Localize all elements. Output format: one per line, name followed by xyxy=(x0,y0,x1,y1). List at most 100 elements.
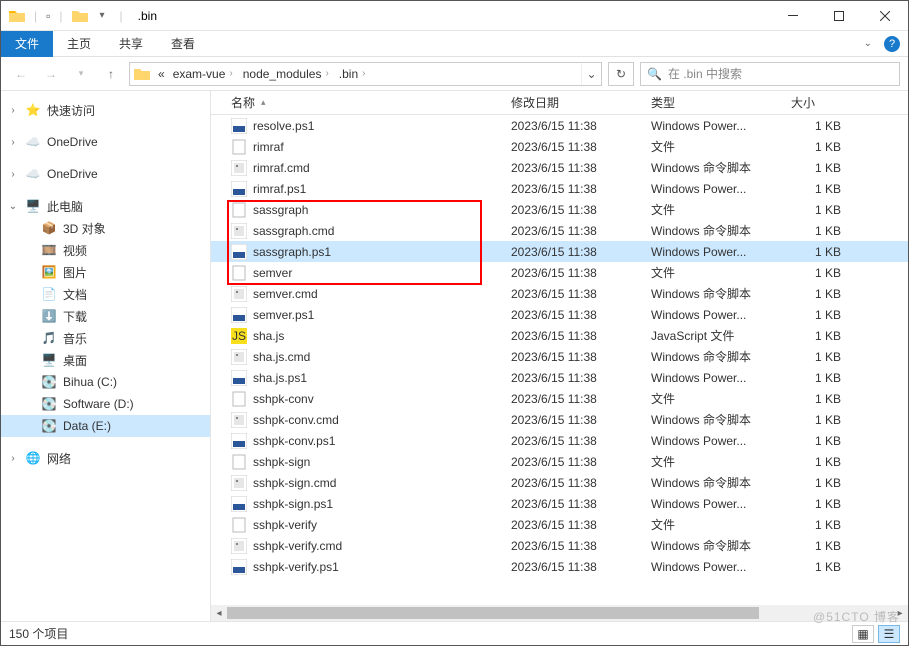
up-button[interactable]: ↑ xyxy=(99,62,123,86)
file-row[interactable]: sassgraph.cmd 2023/6/15 11:38 Windows 命令… xyxy=(211,220,908,241)
tab-file[interactable]: 文件 xyxy=(1,31,53,57)
file-type: Windows 命令脚本 xyxy=(651,285,791,302)
file-row[interactable]: sshpk-sign.cmd 2023/6/15 11:38 Windows 命… xyxy=(211,472,908,493)
close-button[interactable] xyxy=(862,1,908,31)
file-size: 1 KB xyxy=(791,287,861,301)
file-row[interactable]: sshpk-verify.ps1 2023/6/15 11:38 Windows… xyxy=(211,556,908,577)
sidebar-pc-item[interactable]: 💽Data (E:) xyxy=(1,415,210,437)
maximize-button[interactable] xyxy=(816,1,862,31)
qat-icon[interactable]: ▫ xyxy=(46,9,50,23)
ribbon-collapse-icon[interactable]: ⌄ xyxy=(858,38,878,49)
breadcrumb-seg-3[interactable]: .bin› xyxy=(335,67,372,81)
file-size: 1 KB xyxy=(791,371,861,385)
breadcrumb-label: exam-vue xyxy=(173,67,226,81)
sidebar-pc-item[interactable]: 💽Software (D:) xyxy=(1,393,210,415)
star-icon: ⭐ xyxy=(25,102,41,118)
file-row[interactable]: sshpk-verify 2023/6/15 11:38 文件 1 KB xyxy=(211,514,908,535)
file-date: 2023/6/15 11:38 xyxy=(511,392,651,406)
file-name: sshpk-sign.ps1 xyxy=(253,497,333,511)
sidebar-item-label: 视频 xyxy=(63,242,87,259)
sidebar-pc-item[interactable]: 🎵音乐 xyxy=(1,327,210,349)
statusbar: 150 个项目 ▦ ☰ xyxy=(1,621,908,645)
refresh-button[interactable]: ↻ xyxy=(608,62,634,86)
scrollbar-thumb[interactable] xyxy=(227,607,759,619)
file-date: 2023/6/15 11:38 xyxy=(511,119,651,133)
file-row[interactable]: sshpk-verify.cmd 2023/6/15 11:38 Windows… xyxy=(211,535,908,556)
file-row[interactable]: sassgraph.ps1 2023/6/15 11:38 Windows Po… xyxy=(211,241,908,262)
file-type-icon xyxy=(231,538,247,554)
help-icon[interactable]: ? xyxy=(884,36,900,52)
search-input[interactable]: 🔍 在 .bin 中搜索 xyxy=(640,62,900,86)
file-list[interactable]: resolve.ps1 2023/6/15 11:38 Windows Powe… xyxy=(211,115,908,621)
file-row[interactable]: semver.ps1 2023/6/15 11:38 Windows Power… xyxy=(211,304,908,325)
sidebar-pc-item[interactable]: 🖼️图片 xyxy=(1,261,210,283)
sidebar-pc-item[interactable]: 📄文档 xyxy=(1,283,210,305)
sidebar-onedrive[interactable]: › ☁️ OneDrive xyxy=(1,163,210,185)
addr-dropdown[interactable]: ⌄ xyxy=(581,63,601,85)
scroll-left-icon[interactable]: ◂ xyxy=(211,605,227,621)
file-row[interactable]: rimraf.ps1 2023/6/15 11:38 Windows Power… xyxy=(211,178,908,199)
address-row: ← → ▾ ↑ « exam-vue› node_modules› .bin› … xyxy=(1,57,908,91)
file-row[interactable]: JSsha.js 2023/6/15 11:38 JavaScript 文件 1… xyxy=(211,325,908,346)
file-row[interactable]: rimraf 2023/6/15 11:38 文件 1 KB xyxy=(211,136,908,157)
minimize-button[interactable] xyxy=(770,1,816,31)
file-row[interactable]: sshpk-conv 2023/6/15 11:38 文件 1 KB xyxy=(211,388,908,409)
file-type-icon xyxy=(231,496,247,512)
back-button[interactable]: ← xyxy=(9,62,33,86)
file-row[interactable]: sshpk-sign.ps1 2023/6/15 11:38 Windows P… xyxy=(211,493,908,514)
file-row[interactable]: sshpk-sign 2023/6/15 11:38 文件 1 KB xyxy=(211,451,908,472)
file-row[interactable]: sshpk-conv.cmd 2023/6/15 11:38 Windows 命… xyxy=(211,409,908,430)
sidebar-pc-item[interactable]: 💽Bihua (C:) xyxy=(1,371,210,393)
breadcrumb-root[interactable]: « xyxy=(154,67,169,81)
file-size: 1 KB xyxy=(791,539,861,553)
file-date: 2023/6/15 11:38 xyxy=(511,497,651,511)
drive-icon: 🎵 xyxy=(41,330,57,346)
file-type-icon: JS xyxy=(231,328,247,344)
qat-dropdown[interactable]: ▾ xyxy=(94,10,111,21)
file-row[interactable]: sassgraph 2023/6/15 11:38 文件 1 KB xyxy=(211,199,908,220)
sidebar-item-label: OneDrive xyxy=(47,167,98,181)
file-type: 文件 xyxy=(651,390,791,407)
tab-home[interactable]: 主页 xyxy=(53,31,105,57)
file-row[interactable]: sha.js.cmd 2023/6/15 11:38 Windows 命令脚本 … xyxy=(211,346,908,367)
sidebar-pc-item[interactable]: ⬇️下载 xyxy=(1,305,210,327)
sidebar-network[interactable]: › 🌐 网络 xyxy=(1,447,210,469)
file-name: rimraf.cmd xyxy=(253,161,310,175)
view-details[interactable]: ☰ xyxy=(878,625,900,643)
file-row[interactable]: semver 2023/6/15 11:38 文件 1 KB xyxy=(211,262,908,283)
sidebar-pc-item[interactable]: 🖥️桌面 xyxy=(1,349,210,371)
col-size[interactable]: 大小 xyxy=(791,94,908,111)
sidebar-pc-item[interactable]: 🎞️视频 xyxy=(1,239,210,261)
cloud-icon: ☁️ xyxy=(25,166,41,182)
col-name[interactable]: 名称▴ xyxy=(231,94,511,111)
recent-dropdown[interactable]: ▾ xyxy=(69,62,93,86)
file-type: Windows 命令脚本 xyxy=(651,222,791,239)
file-date: 2023/6/15 11:38 xyxy=(511,434,651,448)
file-row[interactable]: resolve.ps1 2023/6/15 11:38 Windows Powe… xyxy=(211,115,908,136)
file-name: sassgraph xyxy=(253,203,308,217)
tab-view[interactable]: 查看 xyxy=(157,31,209,57)
address-bar[interactable]: « exam-vue› node_modules› .bin› ⌄ xyxy=(129,62,602,86)
sidebar-thispc[interactable]: ⌄ 🖥️ 此电脑 xyxy=(1,195,210,217)
file-date: 2023/6/15 11:38 xyxy=(511,560,651,574)
view-large-icons[interactable]: ▦ xyxy=(852,625,874,643)
file-name: semver xyxy=(253,266,292,280)
file-size: 1 KB xyxy=(791,119,861,133)
file-date: 2023/6/15 11:38 xyxy=(511,455,651,469)
file-type: Windows Power... xyxy=(651,182,791,196)
breadcrumb-seg-1[interactable]: exam-vue› xyxy=(169,67,239,81)
file-row[interactable]: semver.cmd 2023/6/15 11:38 Windows 命令脚本 … xyxy=(211,283,908,304)
breadcrumb-seg-2[interactable]: node_modules› xyxy=(239,67,335,81)
forward-button[interactable]: → xyxy=(39,62,63,86)
file-row[interactable]: rimraf.cmd 2023/6/15 11:38 Windows 命令脚本 … xyxy=(211,157,908,178)
col-date[interactable]: 修改日期 xyxy=(511,94,651,111)
file-row[interactable]: sha.js.ps1 2023/6/15 11:38 Windows Power… xyxy=(211,367,908,388)
horizontal-scrollbar[interactable]: ◂▸ xyxy=(211,605,908,621)
col-label: 名称 xyxy=(231,94,255,111)
sidebar-pc-item[interactable]: 📦3D 对象 xyxy=(1,217,210,239)
tab-share[interactable]: 共享 xyxy=(105,31,157,57)
col-type[interactable]: 类型 xyxy=(651,94,791,111)
sidebar-quick-access[interactable]: › ⭐ 快速访问 xyxy=(1,99,210,121)
file-row[interactable]: sshpk-conv.ps1 2023/6/15 11:38 Windows P… xyxy=(211,430,908,451)
sidebar-onedrive[interactable]: › ☁️ OneDrive xyxy=(1,131,210,153)
